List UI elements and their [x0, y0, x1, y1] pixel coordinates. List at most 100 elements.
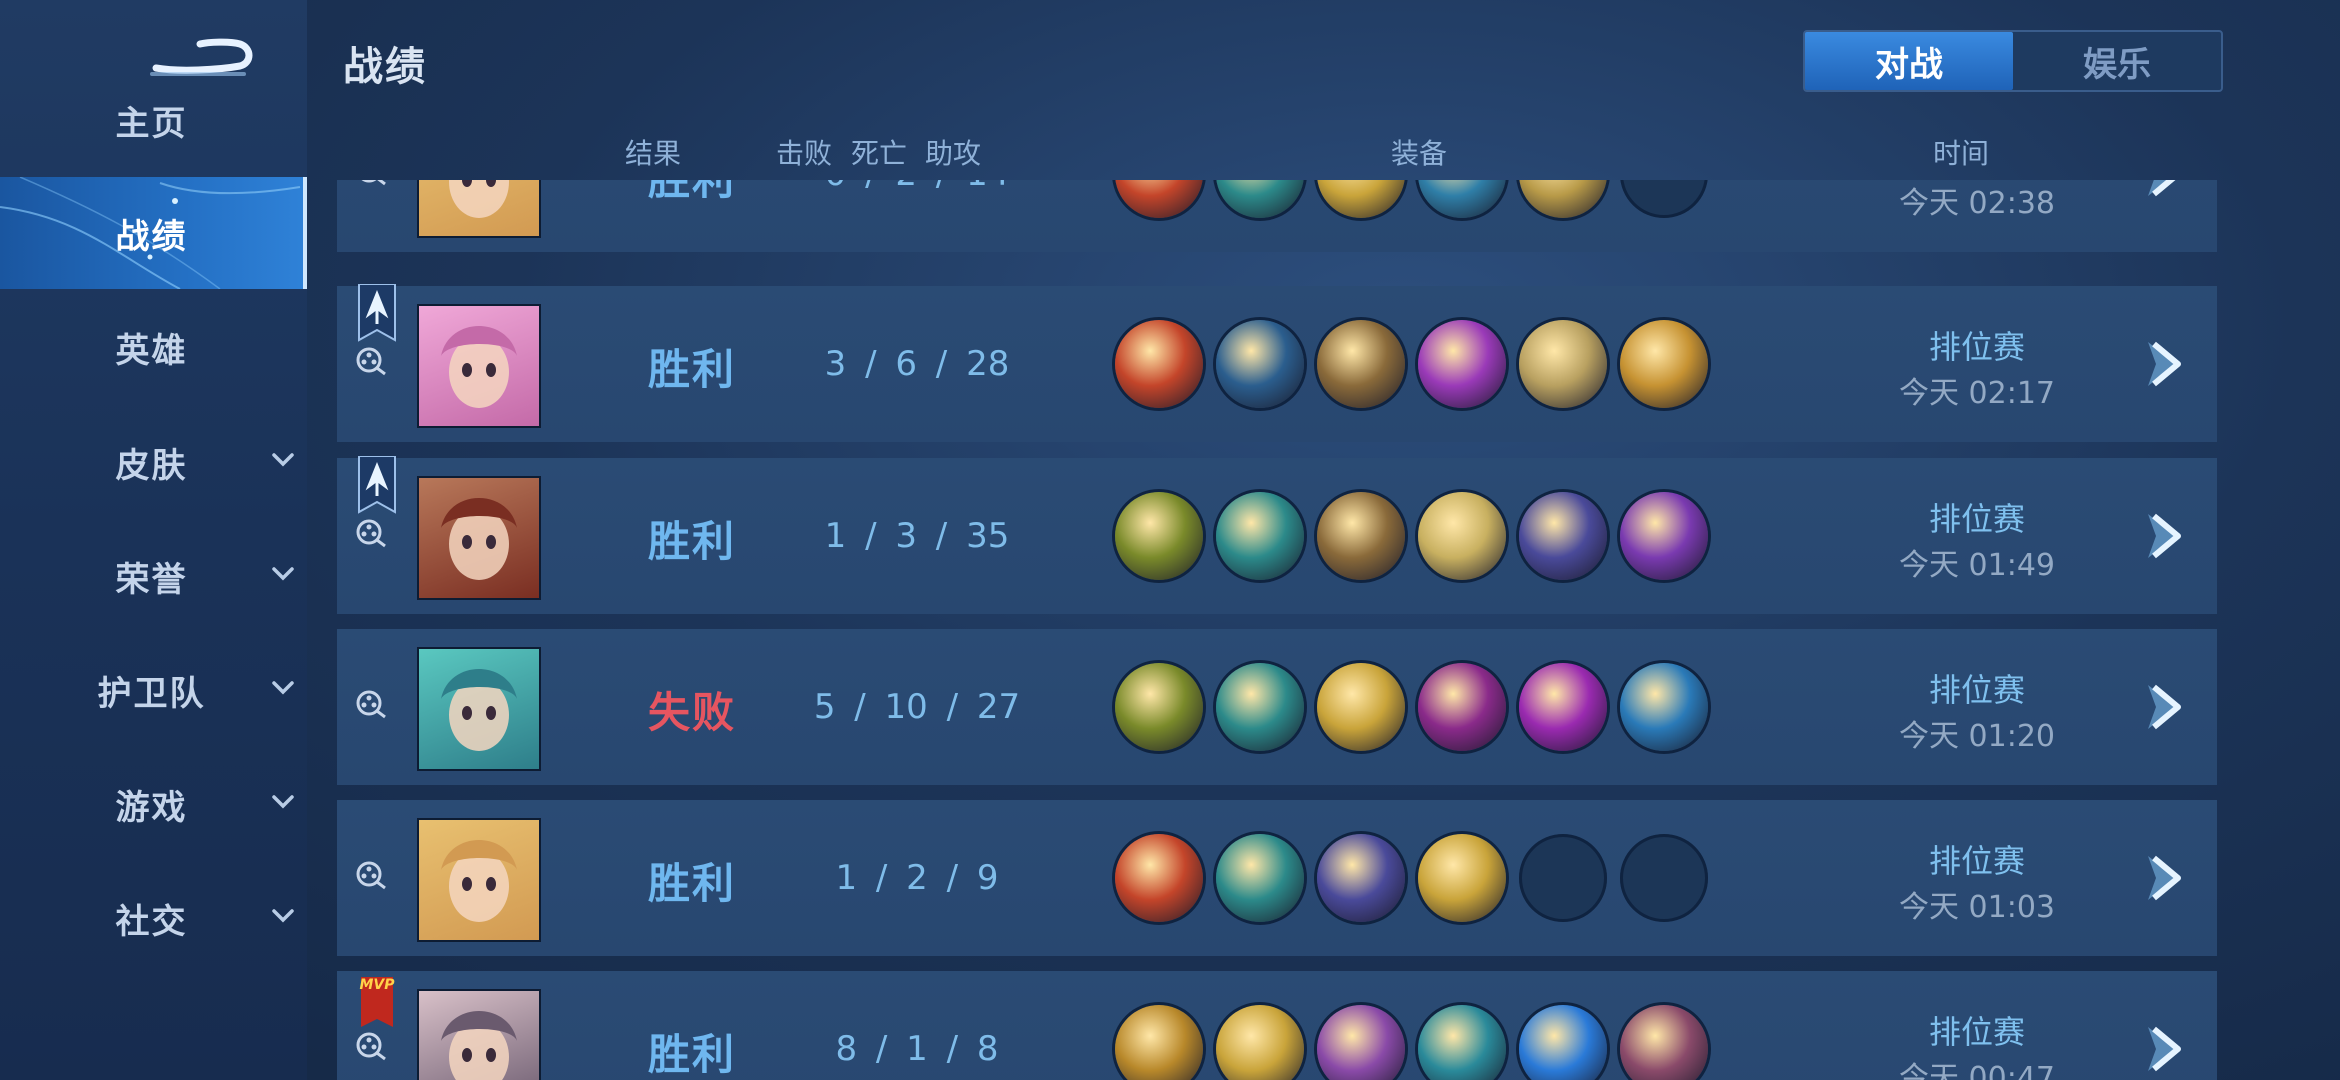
sidebar-item-home[interactable]: 主页 [0, 64, 307, 176]
replay-icon[interactable] [355, 346, 387, 378]
sidebar-item-skins[interactable]: 皮肤 [0, 406, 307, 518]
ace-ribbon-icon [358, 456, 396, 514]
detail-arrow-icon[interactable] [2134, 506, 2194, 566]
equipment-item-icon[interactable] [1418, 1005, 1506, 1080]
match-row[interactable]: 胜利 1 / 3 / 35 排位赛 今天 01:49 [337, 456, 2217, 614]
equipment-item-icon[interactable] [1519, 320, 1607, 408]
kda-separator: / [917, 344, 967, 384]
hero-avatar[interactable] [417, 989, 541, 1080]
kda-separator: / [927, 1029, 977, 1069]
equipment-item-icon[interactable] [1620, 663, 1708, 751]
equipment-item-icon[interactable] [1317, 663, 1405, 751]
equipment-item-icon[interactable] [1115, 320, 1203, 408]
equipment-item-icon[interactable] [1519, 663, 1607, 751]
equipment-item-icon[interactable] [1418, 663, 1506, 751]
sidebar-item-social[interactable]: 社交 [0, 862, 307, 974]
game-mode-label: 排位赛 [1928, 328, 2025, 366]
equipment-item-icon[interactable] [1418, 320, 1506, 408]
hero-avatar[interactable] [417, 818, 541, 942]
match-time: 今天 01:03 [1899, 890, 2055, 925]
kda-separator: / [846, 516, 896, 556]
kda-separator: / [917, 180, 966, 194]
match-row[interactable]: 胜利0 / 2 / 14排位赛今天 02:38 [337, 180, 2217, 252]
detail-arrow-icon[interactable] [2134, 1019, 2194, 1079]
match-time: 今天 00:47 [1899, 1061, 2055, 1080]
equipment-item-icon[interactable] [1519, 492, 1607, 580]
match-list[interactable]: 胜利0 / 2 / 14排位赛今天 02:38 胜利3 / 6 / 28排位赛今天… [337, 180, 2217, 1080]
equipment-item-icon[interactable] [1519, 180, 1607, 218]
equipment-item-icon[interactable] [1519, 1005, 1607, 1080]
equipment-item-icon[interactable] [1317, 834, 1405, 922]
replay-icon[interactable] [355, 180, 387, 188]
equipment-item-icon[interactable] [1216, 663, 1304, 751]
match-row[interactable]: 胜利 1 / 2 / 9 排位赛 今天 01:03 [337, 800, 2217, 956]
equipment-item-icon[interactable] [1115, 834, 1203, 922]
match-row[interactable]: MVP 胜利 8 / 1 / 8 排位赛 今天 00:47 [337, 971, 2217, 1080]
replay-icon[interactable] [355, 1031, 387, 1063]
kda-separator: / [857, 858, 907, 898]
hero-portrait-icon [449, 180, 509, 218]
detail-arrow-icon[interactable] [2134, 180, 2194, 204]
assists-value: 8 [976, 1029, 999, 1069]
replay-icon[interactable] [355, 518, 387, 550]
equipment-item-icon[interactable] [1115, 492, 1203, 580]
hero-avatar[interactable] [417, 647, 541, 771]
game-mode-label: 排位赛 [1928, 842, 2025, 880]
deaths-value: 2 [906, 858, 928, 898]
equipment-item-icon[interactable] [1620, 492, 1708, 580]
kills-value: 1 [824, 516, 847, 556]
kills-value: 1 [835, 858, 858, 898]
sidebar-item-games[interactable]: 游戏 [0, 748, 307, 860]
equipment-item-icon[interactable] [1216, 1005, 1304, 1080]
game-mode-label: 排位赛 [1928, 671, 2025, 709]
equipment-item-icon[interactable] [1216, 180, 1304, 218]
sidebar-item-honor[interactable]: 荣誉 [0, 520, 307, 632]
match-row[interactable]: 胜利 3 / 6 / 28 排位赛 今天 02:17 [337, 284, 2217, 442]
hero-avatar[interactable] [417, 304, 541, 428]
kda-stats: 0 / 2 / 14 [747, 180, 1087, 194]
replay-icon[interactable] [355, 860, 387, 892]
equipment-item-icon[interactable] [1620, 320, 1708, 408]
equipment-item-icon[interactable] [1317, 320, 1405, 408]
deaths-value: 2 [895, 180, 917, 194]
equipment-item-icon[interactable] [1216, 834, 1304, 922]
hero-avatar[interactable] [417, 476, 541, 600]
kda-stats: 1 / 2 / 9 [747, 858, 1087, 898]
sidebar-item-records[interactable]: 战绩 [0, 177, 307, 289]
equipment-item-icon[interactable] [1620, 1005, 1708, 1080]
sidebar-item-guard-team[interactable]: 护卫队 [0, 634, 307, 746]
kda-stats: 8 / 1 / 8 [747, 1029, 1087, 1069]
sidebar-item-heroes[interactable]: 英雄 [0, 291, 307, 403]
equipment-item-icon[interactable] [1418, 834, 1506, 922]
tab-battle[interactable]: 对战 [1805, 32, 2013, 90]
equipment-item-icon[interactable] [1317, 1005, 1405, 1080]
match-row[interactable]: 失败 5 / 10 / 27 排位赛 今天 01:20 [337, 629, 2217, 785]
kda-separator: / [835, 687, 885, 727]
equipment-item-icon[interactable] [1317, 180, 1405, 218]
mvp-badge-icon: MVP [359, 977, 395, 1027]
equipment-item-icon[interactable] [1115, 1005, 1203, 1080]
assists-value: 9 [976, 858, 999, 898]
hero-avatar[interactable] [417, 180, 541, 238]
replay-icon[interactable] [355, 689, 387, 721]
detail-arrow-icon[interactable] [2134, 334, 2194, 394]
detail-arrow-icon[interactable] [2134, 677, 2194, 737]
chevron-down-icon [272, 453, 294, 467]
sidebar-item-label: 游戏 [115, 787, 188, 828]
tab-entertainment[interactable]: 娱乐 [2013, 32, 2221, 90]
chevron-down-icon [272, 567, 294, 581]
deaths-value: 3 [895, 516, 917, 556]
sidebar-item-label: 英雄 [115, 330, 188, 371]
equipment-item-icon[interactable] [1216, 320, 1304, 408]
equipment-item-icon[interactable] [1418, 492, 1506, 580]
equipment-item-icon[interactable] [1216, 492, 1304, 580]
equipment-item-icon[interactable] [1115, 180, 1203, 218]
equipment-item-icon[interactable] [1317, 492, 1405, 580]
kda-separator: / [917, 516, 967, 556]
page-title: 战绩 [343, 44, 427, 90]
equipment-item-icon[interactable] [1115, 663, 1203, 751]
detail-arrow-icon[interactable] [2134, 848, 2194, 908]
equipment-item-icon[interactable] [1418, 180, 1506, 218]
match-time: 今天 01:49 [1899, 548, 2055, 583]
match-time: 今天 01:20 [1899, 719, 2055, 754]
